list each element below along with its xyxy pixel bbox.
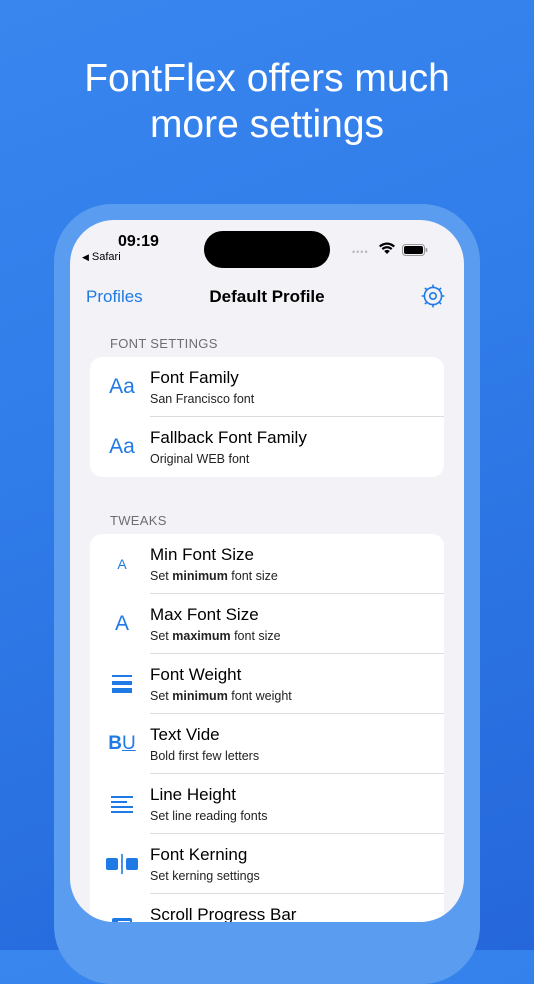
headline: FontFlex offers much more settings	[0, 56, 534, 148]
back-app-label: Safari	[91, 251, 121, 263]
row-subtitle: Set minimum font weight	[150, 689, 292, 703]
status-indicators: ••••	[352, 242, 434, 258]
row-text-vide[interactable]: BU Text Vide Bold first few letters	[90, 714, 444, 774]
row-fallback-font-family[interactable]: Aa Fallback Font Family Original WEB fon…	[90, 417, 444, 477]
row-scroll-progress-bar[interactable]: Scroll Progress Bar	[90, 894, 444, 922]
signal-dots-icon: ••••	[352, 247, 369, 257]
row-title: Fallback Font Family	[150, 428, 307, 447]
page-title: Default Profile	[209, 287, 325, 306]
back-arrow-icon: ◀	[82, 252, 89, 262]
row-title: Scroll Progress Bar	[150, 905, 297, 922]
row-title: Min Font Size	[150, 545, 254, 564]
back-to-app[interactable]: ◀ Safari	[82, 251, 121, 263]
font-settings-group: Aa Font Family San Francisco font Aa Fal…	[90, 357, 444, 477]
row-font-family[interactable]: Aa Font Family San Francisco font	[90, 357, 444, 417]
row-min-font-size[interactable]: A Min Font Size Set minimum font size	[90, 534, 444, 594]
wifi-icon	[379, 242, 395, 254]
row-line-height[interactable]: Line Height Set line reading fonts	[90, 774, 444, 834]
row-subtitle: Original WEB font	[150, 452, 250, 466]
row-title: Text Vide	[150, 725, 220, 744]
headline-line-1: FontFlex offers much	[84, 57, 450, 100]
row-font-weight[interactable]: Font Weight Set minimum font weight	[90, 654, 444, 714]
row-subtitle: Set kerning settings	[150, 869, 260, 883]
battery-icon	[402, 244, 428, 256]
section-header-font-settings: FONT SETTINGS	[110, 336, 218, 351]
tweaks-group: A Min Font Size Set minimum font size A …	[90, 534, 444, 922]
progress-bar-icon	[104, 907, 140, 922]
dynamic-island	[204, 231, 330, 268]
small-a-icon: A	[117, 556, 127, 572]
bold-underline-icon: BU	[108, 733, 136, 754]
row-subtitle: Bold first few letters	[150, 749, 260, 763]
row-subtitle: Set line reading fonts	[150, 809, 268, 823]
fallback-font-icon: Aa	[109, 435, 135, 458]
settings-gear-icon[interactable]	[420, 283, 446, 309]
row-subtitle: San Francisco font	[150, 392, 255, 406]
section-header-tweaks: TWEAKS	[110, 513, 167, 528]
row-title: Font Family	[150, 368, 239, 387]
headline-line-2: more settings	[149, 103, 385, 146]
font-weight-bars-icon	[104, 667, 140, 701]
large-a-icon: A	[114, 612, 129, 635]
row-title: Font Weight	[150, 665, 242, 684]
row-font-kerning[interactable]: Font Kerning Set kerning settings	[90, 834, 444, 894]
row-title: Max Font Size	[150, 605, 259, 624]
row-subtitle: Set maximum font size	[150, 629, 281, 643]
row-title: Line Height	[150, 785, 237, 804]
status-time: 09:19	[118, 233, 159, 250]
kerning-icon	[104, 847, 140, 881]
row-subtitle: Set minimum font size	[150, 569, 278, 583]
phone-screen: 09:19 ◀ Safari •••• Profiles Default Prof…	[70, 220, 464, 922]
line-height-icon	[104, 787, 140, 821]
font-family-icon: Aa	[109, 375, 135, 398]
row-title: Font Kerning	[150, 845, 248, 864]
row-max-font-size[interactable]: A Max Font Size Set maximum font size	[90, 594, 444, 654]
